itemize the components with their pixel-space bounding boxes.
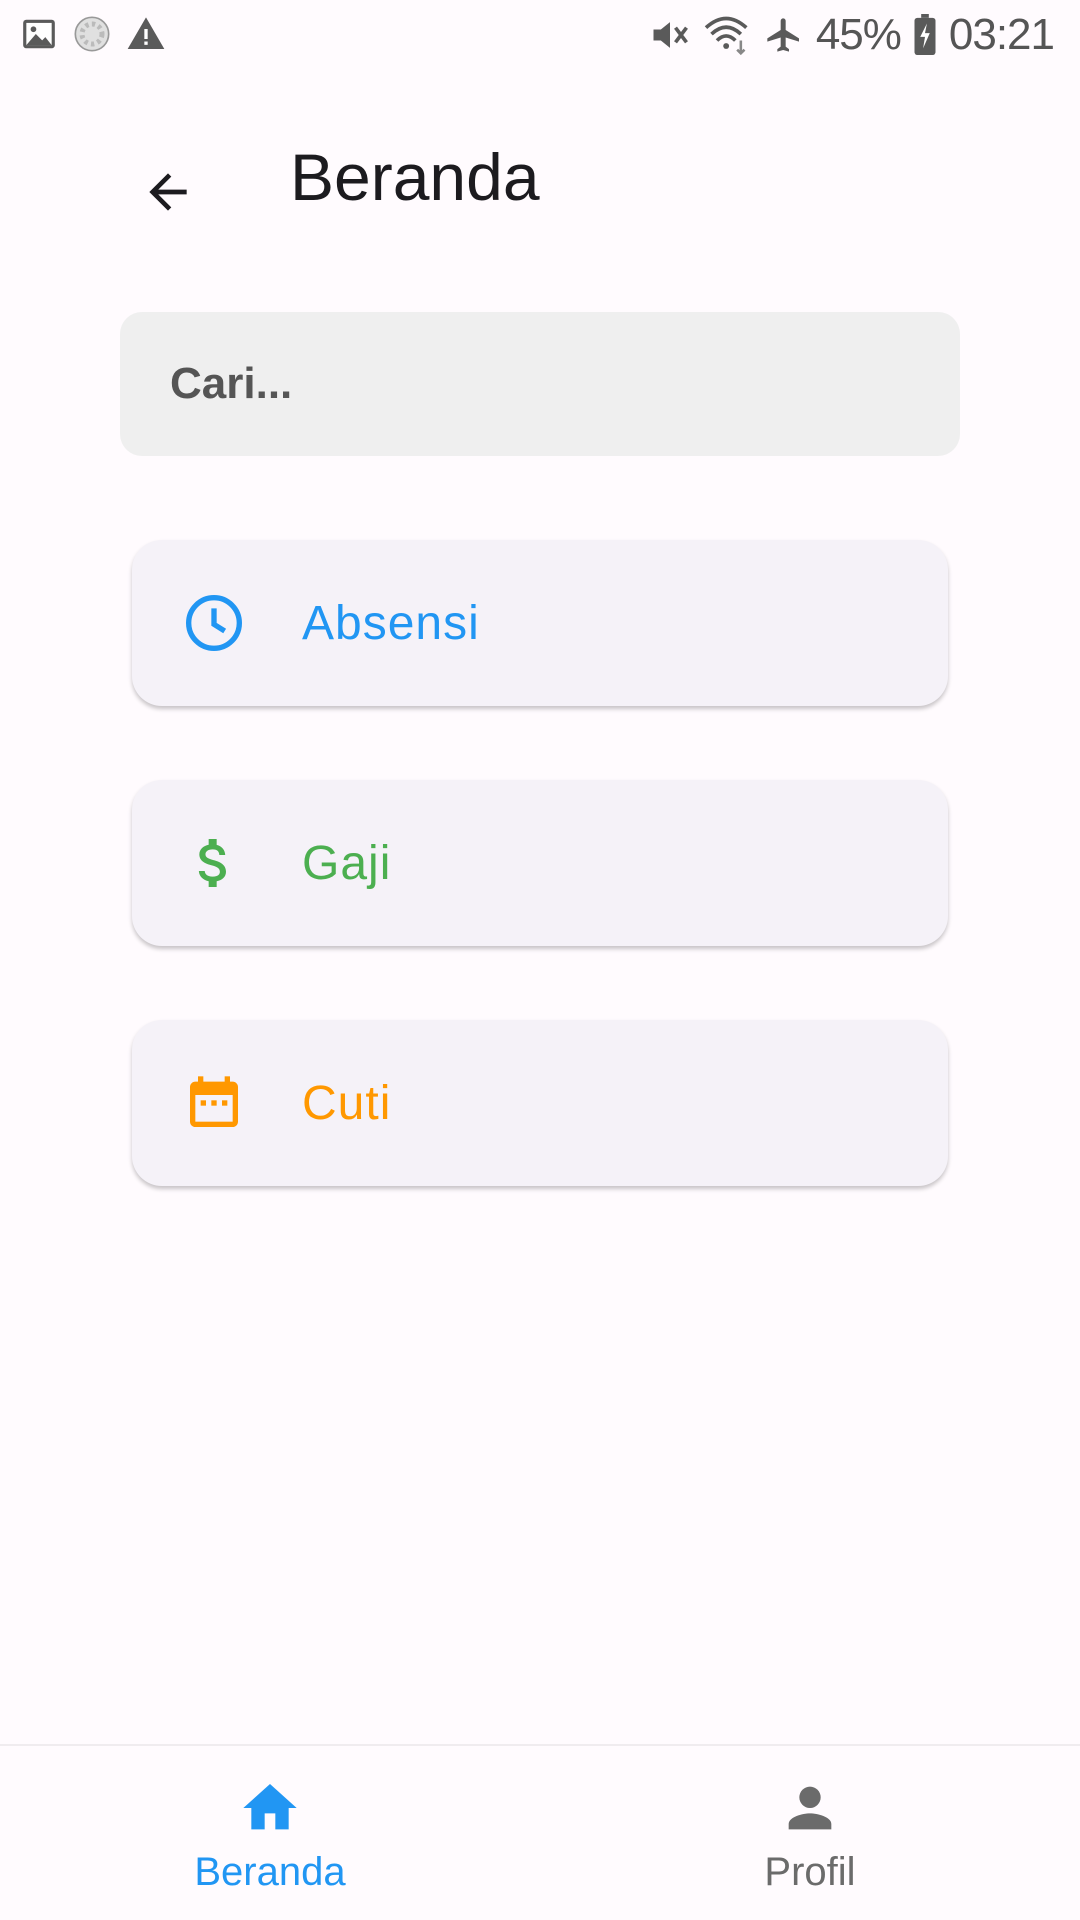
clock-icon [182,591,246,655]
bottom-nav: Beranda Profil [0,1744,1080,1920]
home-icon [238,1776,302,1845]
airplane-icon [764,15,804,55]
calendar-icon [182,1071,246,1135]
screen: 45% 03:21 Beranda Absensi Gaji [0,0,1080,1920]
status-right: 45% 03:21 [648,10,1055,60]
wifi-icon [704,13,752,57]
arrow-back-icon [149,173,187,211]
menu-card-gaji[interactable]: Gaji [132,780,948,946]
back-button[interactable] [118,142,218,242]
nav-item-beranda[interactable]: Beranda [0,1746,540,1920]
vibrate-icon [648,13,692,57]
menu-card-cuti[interactable]: Cuti [132,1020,948,1186]
menu-card-absensi[interactable]: Absensi [132,540,948,706]
nav-item-profil[interactable]: Profil [540,1746,1080,1920]
app-bar: Beranda [0,100,1080,260]
nav-label-profil: Profil [764,1850,856,1894]
dollar-icon [182,831,246,895]
search-field[interactable] [120,312,960,456]
status-left [20,14,166,54]
nav-label-beranda: Beranda [194,1850,346,1894]
warning-icon [126,14,166,54]
battery-icon [913,14,937,56]
page-title: Beranda [290,140,540,214]
menu-label-gaji: Gaji [302,836,392,890]
menu-label-absensi: Absensi [302,596,480,650]
clock-time: 03:21 [948,10,1055,59]
person-icon [778,1776,842,1845]
image-icon [20,15,58,53]
menu-label-cuti: Cuti [302,1076,392,1130]
search-input[interactable] [168,358,960,410]
loading-icon [72,14,112,54]
battery-percent: 45% [815,10,902,59]
status-bar: 45% 03:21 [0,0,1080,76]
